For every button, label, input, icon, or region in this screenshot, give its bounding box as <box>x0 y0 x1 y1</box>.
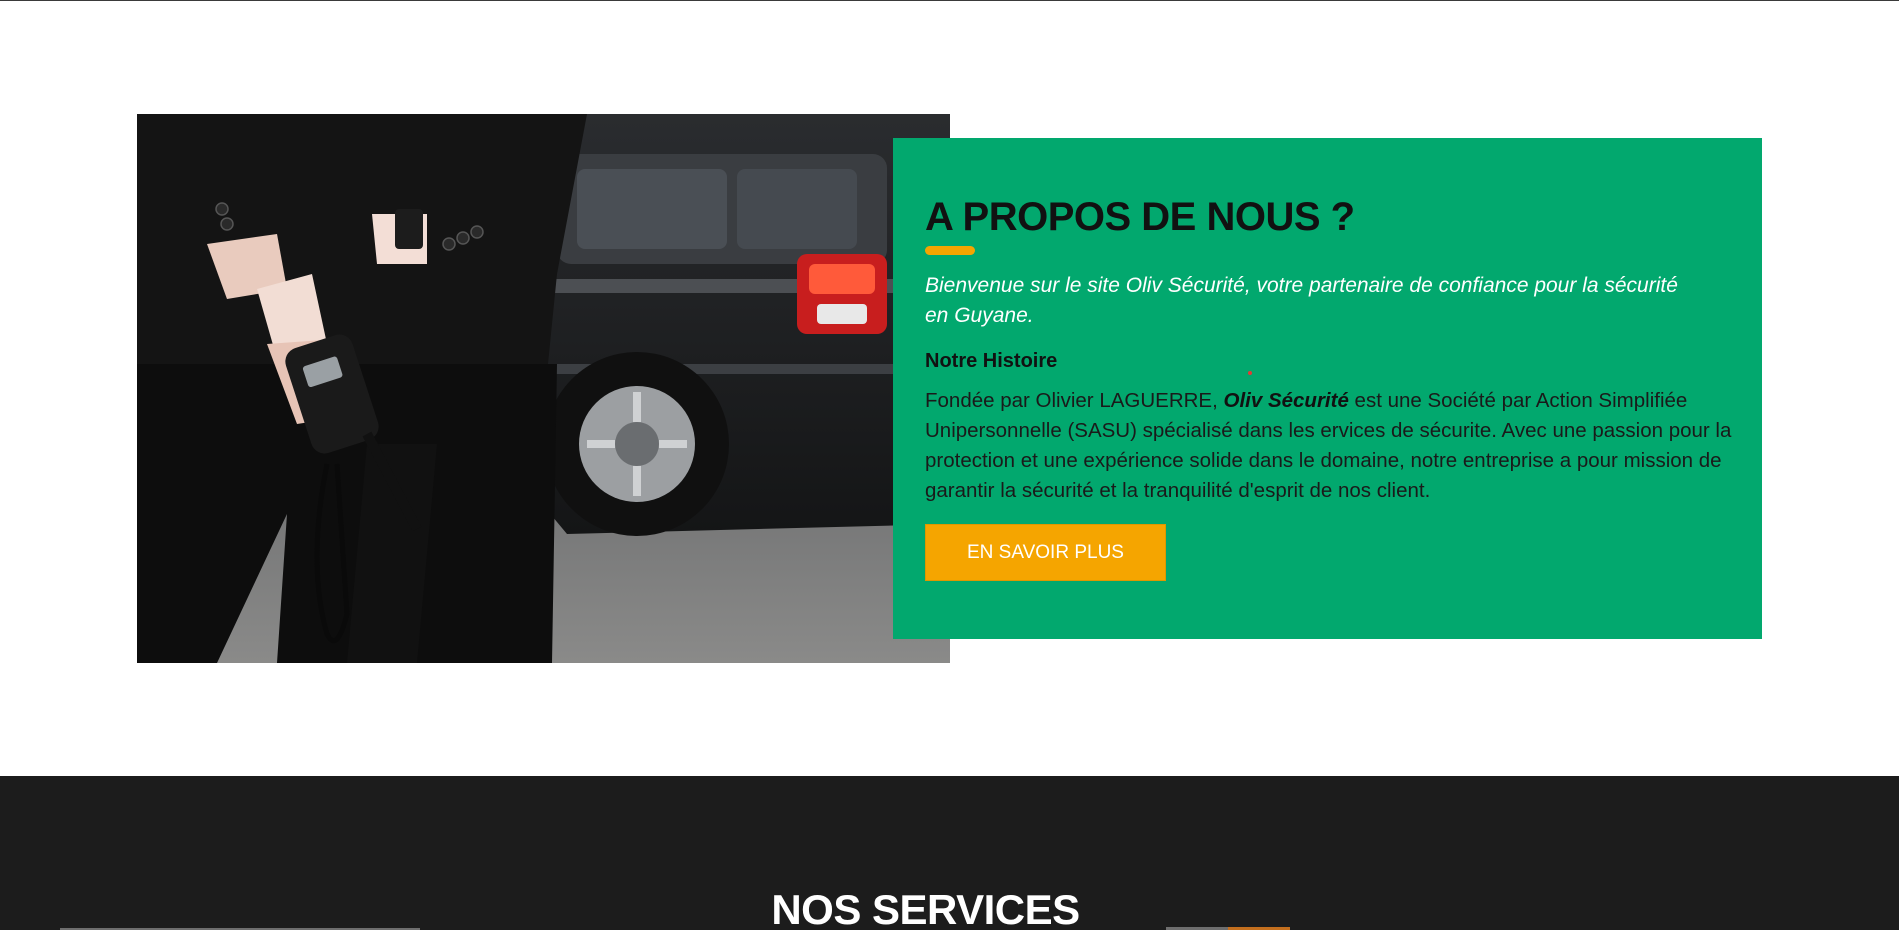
decorative-dot <box>1248 371 1252 375</box>
history-text: Fondée par Olivier LAGUERRE, Oliv Sécuri… <box>925 386 1735 506</box>
services-title: NOS SERVICES <box>0 886 1899 930</box>
brand-name: Oliv Sécurité <box>1223 389 1349 412</box>
about-card: A PROPOS DE NOUS ? Bienvenue sur le site… <box>893 138 1762 639</box>
about-title: A PROPOS DE NOUS ? <box>925 195 1355 239</box>
services-title-text: NOS SERVICES <box>771 886 1080 930</box>
history-prefix: Fondée par Olivier LAGUERRE, <box>925 389 1224 412</box>
title-underline <box>925 246 975 255</box>
about-intro: Bienvenue sur le site Oliv Sécurité, vot… <box>925 274 1678 327</box>
security-agent-photo <box>137 114 950 663</box>
history-heading: Notre Histoire <box>925 350 1058 372</box>
learn-more-button[interactable]: EN SAVOIR PLUS <box>925 524 1166 581</box>
services-section: NOS SERVICES <box>0 776 1899 930</box>
top-divider <box>0 0 1899 1</box>
